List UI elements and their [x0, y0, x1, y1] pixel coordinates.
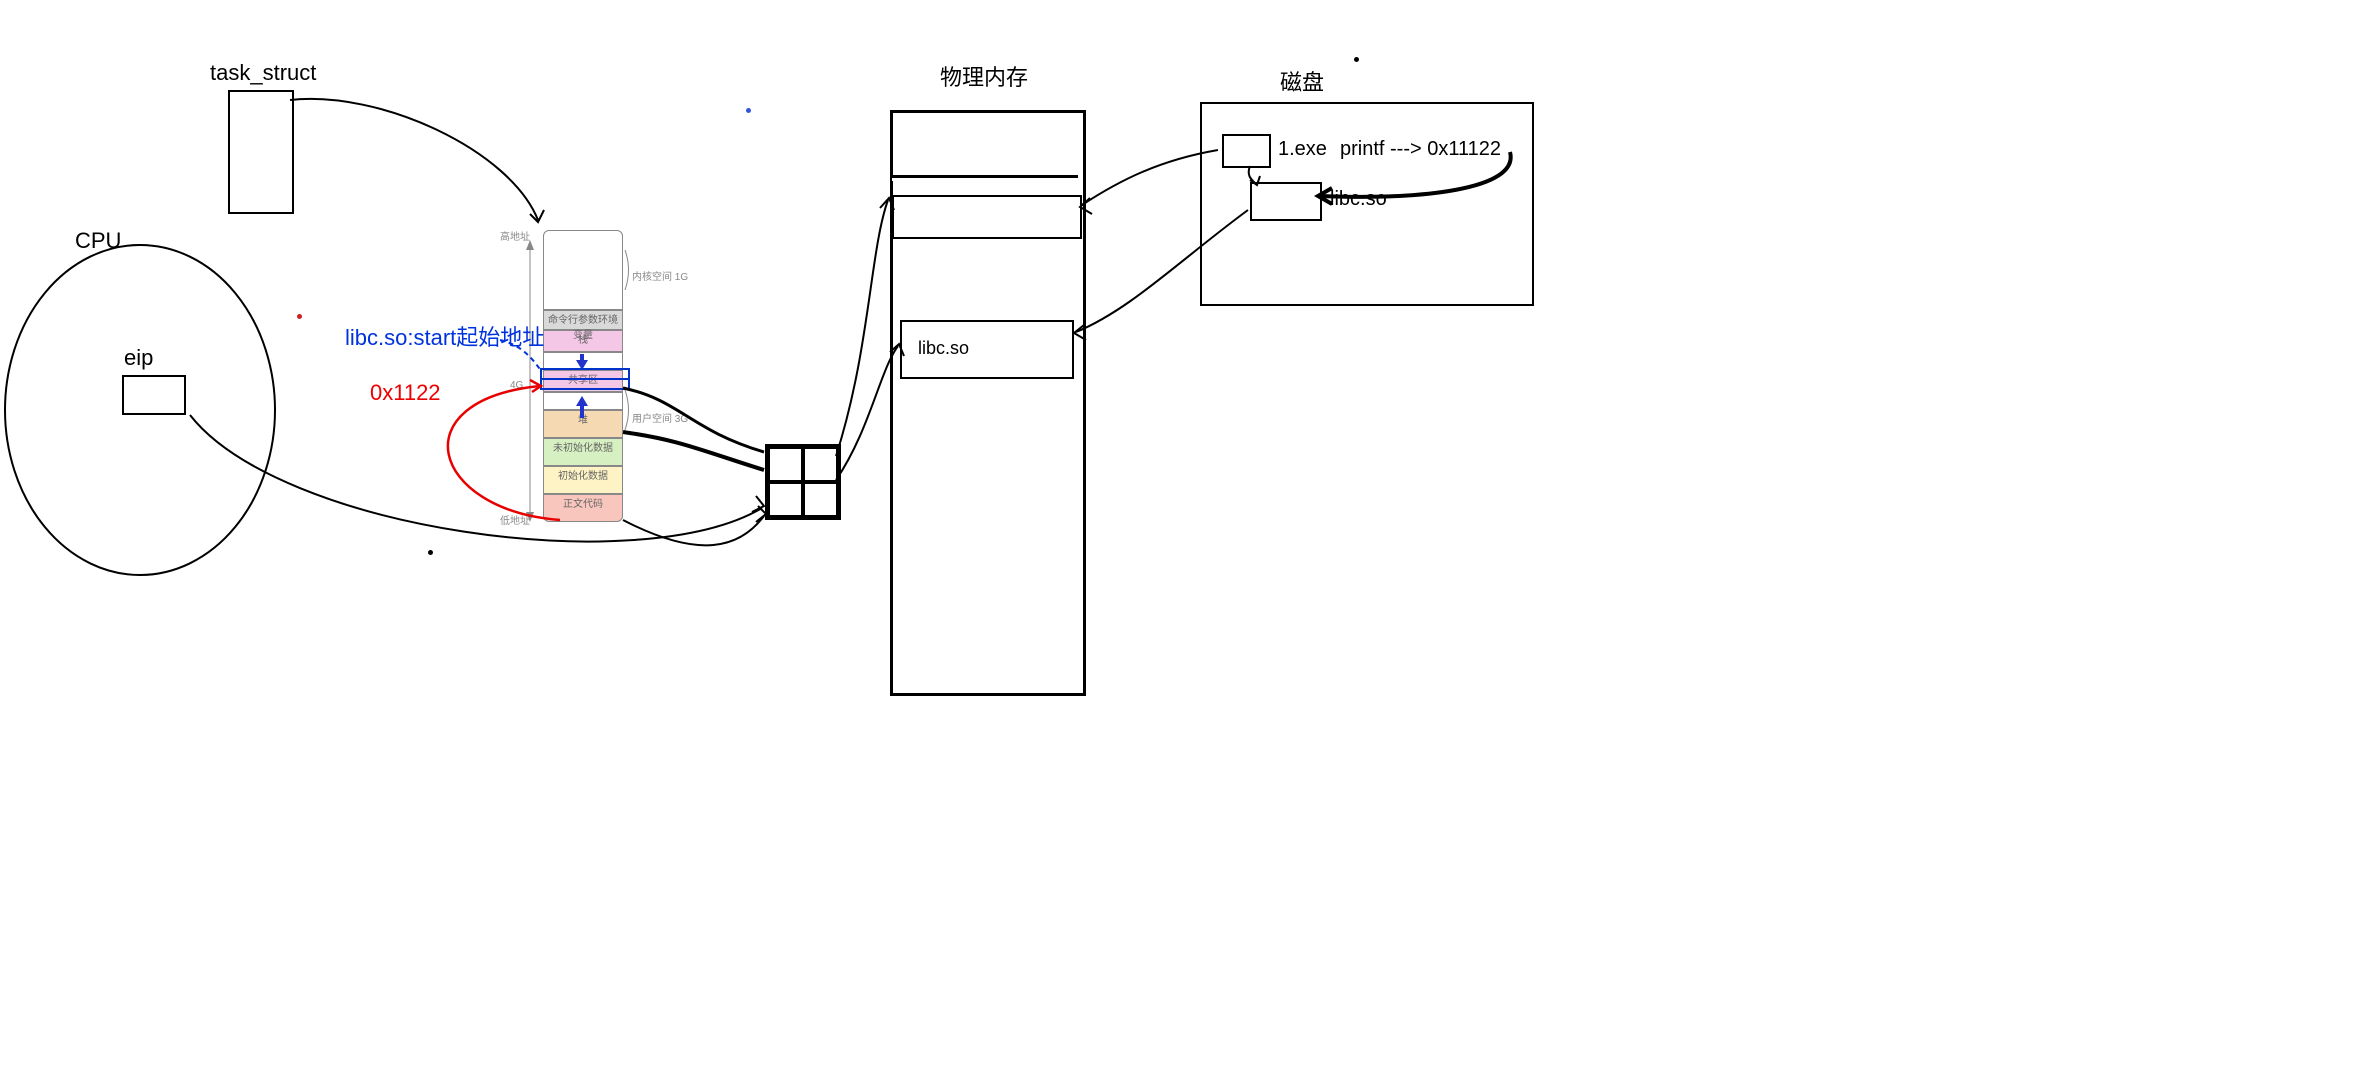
eip-label: eip [124, 345, 153, 371]
physmem-libc-label: libc.so [918, 338, 969, 359]
physical-memory-label: 物理内存 [940, 60, 1028, 92]
cpu-label: CPU [75, 228, 121, 254]
physmem-divider-1 [892, 175, 1078, 181]
mem-aux-lines [0, 0, 2358, 1088]
eip-box [122, 375, 186, 415]
size-4g-label: 4G [510, 380, 523, 391]
stray-dot-red [297, 314, 302, 319]
addr-0x1122-label: 0x1122 [370, 380, 441, 406]
high-addr-label: 高地址 [500, 228, 530, 243]
cpu-ellipse [0, 0, 2358, 1088]
stray-dot-2 [1354, 57, 1359, 62]
task-struct-label: task_struct [210, 60, 316, 86]
libc-start-label: libc.so:start起始地址 [345, 320, 544, 352]
connection-arrows: 0x11122 thick arrow curving to libc box … [0, 0, 2358, 1088]
disk-exe-box [1222, 134, 1271, 168]
user-3g-label: 用户空间 3G [632, 410, 688, 425]
kernel-1g-label: 内核空间 1G [632, 268, 688, 283]
stray-dot-blue [746, 108, 751, 113]
stray-dot-1 [428, 550, 433, 555]
disk-libc-label: libc.so [1330, 188, 1387, 211]
task-struct-box [228, 90, 294, 214]
physmem-slot-top [892, 195, 1082, 239]
disk-label: 磁盘 [1280, 65, 1324, 97]
page-table-grid [765, 444, 841, 520]
disk-libc-box [1250, 182, 1322, 221]
disk-exe-label: 1.exe [1278, 138, 1327, 161]
low-addr-label: 低地址 [500, 512, 530, 527]
printf-label: printf ---> 0x11122 [1340, 138, 1501, 161]
shared-region-highlight-bottom [540, 378, 630, 390]
